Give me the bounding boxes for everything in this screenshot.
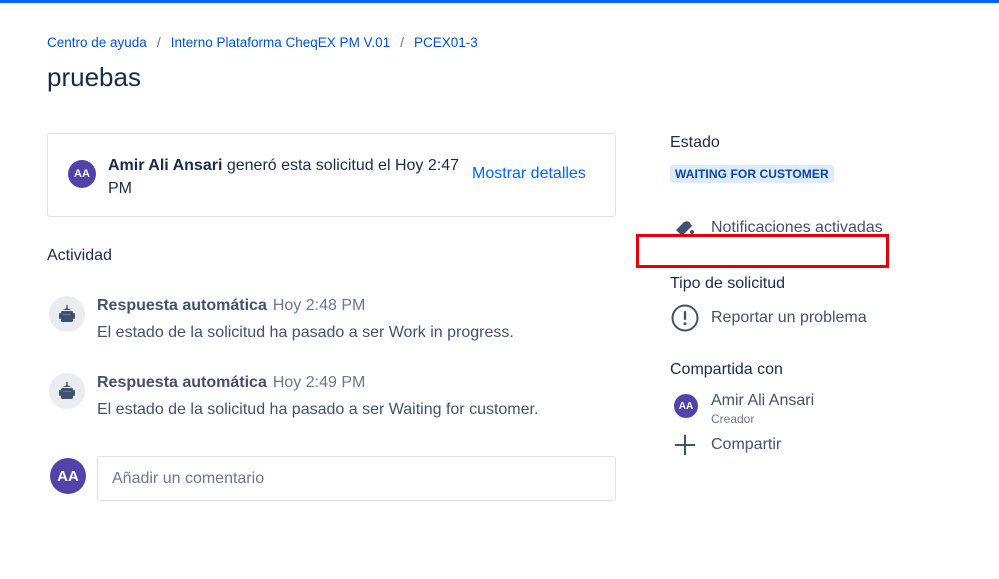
status-badge: WAITING FOR CUSTOMER: [670, 165, 834, 183]
activity-time: Hoy 2:49 PM: [272, 374, 366, 391]
request-type-text: Reportar un problema: [711, 309, 867, 326]
request-author: Amir Ali Ansari: [108, 157, 223, 174]
avatar: AA: [674, 394, 698, 418]
activity-item: Respuesta automática Hoy 2:48 PM El estad…: [49, 296, 616, 356]
breadcrumb-separator: /: [400, 34, 404, 50]
avatar: AA: [50, 458, 86, 494]
request-summary-card: AA Amir Ali Ansari generó esta solicitud…: [47, 133, 616, 217]
activity-header: Respuesta automática Hoy 2:49 PM: [97, 373, 365, 393]
page-title: pruebas: [47, 62, 141, 92]
breadcrumb-help-center[interactable]: Centro de ayuda: [47, 35, 147, 50]
breadcrumb-issue-key[interactable]: PCEX01-3: [414, 35, 478, 50]
activity-header: Respuesta automática Hoy 2:48 PM: [97, 296, 365, 316]
activity-text: El estado de la solicitud ha pasado a se…: [97, 324, 514, 341]
activity-item: Respuesta automática Hoy 2:49 PM El estad…: [49, 373, 616, 433]
shared-user-role: Creador: [711, 412, 755, 426]
activity-heading: Actividad: [47, 247, 112, 264]
robot-icon: [49, 373, 85, 409]
activity-author: Respuesta automática: [97, 297, 267, 314]
breadcrumb-separator: /: [156, 34, 161, 50]
top-accent-bar: [0, 0, 999, 3]
highlight-box: [636, 234, 889, 268]
robot-icon: [49, 296, 85, 332]
activity-time: Hoy 2:48 PM: [272, 297, 366, 314]
breadcrumb-project[interactable]: Interno Plataforma CheqEX PM V.01: [171, 35, 390, 50]
activity-author: Respuesta automática: [97, 374, 267, 391]
activity-text: El estado de la solicitud ha pasado a se…: [97, 401, 539, 418]
breadcrumb: Centro de ayuda / Interno Plataforma Che…: [47, 34, 478, 50]
share-label: Compartir: [711, 436, 782, 453]
shared-with-label: Compartida con: [670, 361, 783, 378]
request-type-label: Tipo de solicitud: [670, 275, 786, 292]
alert-circle-icon: [670, 304, 700, 332]
request-type-value: Reportar un problema: [670, 304, 867, 332]
share-button[interactable]: Compartir: [670, 433, 781, 457]
plus-icon: [670, 433, 700, 457]
request-summary-text: Amir Ali Ansari generó esta solicitud el…: [108, 154, 463, 200]
status-label: Estado: [670, 134, 720, 151]
show-details-link[interactable]: Mostrar detalles: [472, 165, 586, 183]
comment-input[interactable]: [97, 456, 616, 501]
shared-user-name: Amir Ali Ansari: [711, 392, 815, 409]
avatar: AA: [68, 160, 96, 188]
